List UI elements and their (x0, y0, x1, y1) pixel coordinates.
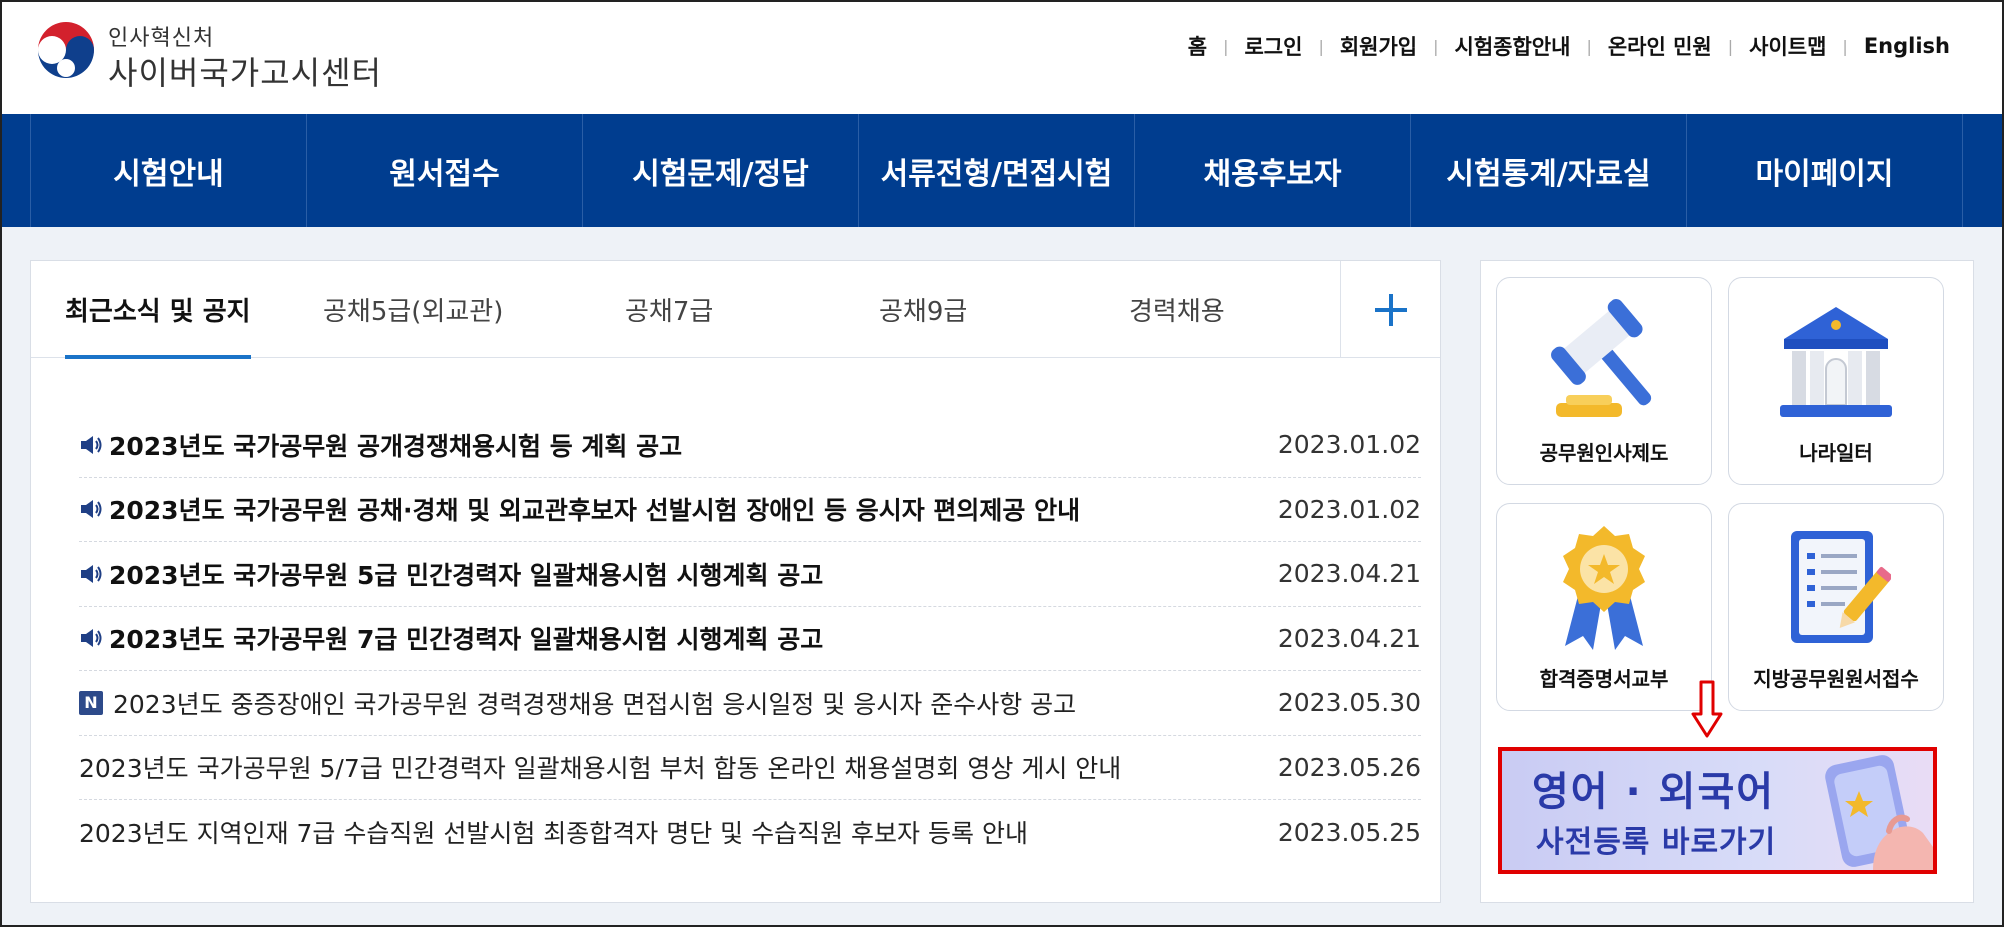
list-item[interactable]: 2023년도 국가공무원 7급 민간경력자 일괄채용시험 시행계획 공고 202… (79, 607, 1421, 671)
notice-title: 2023년도 국가공무원 5/7급 민간경력자 일괄채용시험 부처 합동 온라인… (79, 754, 1122, 784)
notice-list: 2023년도 국가공무원 공개경쟁채용시험 등 계획 공고 2023.01.02… (79, 413, 1421, 865)
nav-document-interview[interactable]: 서류전형/면접시험 (859, 114, 1135, 227)
notice-title: 2023년도 국가공무원 7급 민간경력자 일괄채용시험 시행계획 공고 (109, 625, 824, 655)
phone-hand-icon (1825, 755, 1933, 870)
list-item[interactable]: 2023년도 국가공무원 5급 민간경력자 일괄채용시험 시행계획 공고 202… (79, 542, 1421, 607)
nav-mypage[interactable]: 마이페이지 (1687, 114, 1963, 227)
notice-date: 2023.05.25 (1277, 817, 1421, 847)
speaker-icon (81, 500, 102, 519)
util-link-sitemap[interactable]: 사이트맵 (1733, 31, 1842, 61)
nav-exam-info[interactable]: 시험안내 (31, 114, 307, 227)
notice-date: 2023.05.26 (1277, 752, 1421, 782)
notice-title-wrap: N 2023년도 중증장애인 국가공무원 경력경쟁채용 면접시험 응시일정 및 … (79, 685, 1076, 721)
banner-line1: 영어 · 외국어 (1532, 769, 1776, 815)
tab-career[interactable]: 경력채용 (1129, 261, 1225, 358)
award-medal-icon (1563, 526, 1645, 650)
util-link-login[interactable]: 로그인 (1228, 31, 1318, 61)
utility-nav: 홈 | 로그인 | 회원가입 | 시험종합안내 | 온라인 민원 | 사이트맵 … (1180, 30, 1950, 62)
notice-date: 2023.01.02 (1277, 430, 1421, 460)
more-button[interactable] (1340, 261, 1440, 358)
list-item[interactable]: 2023년도 국가공무원 공개경쟁채용시험 등 계획 공고 2023.01.02 (79, 413, 1421, 478)
notice-title-wrap: 2023년도 국가공무원 공채·경채 및 외교관후보자 선발시험 장애인 등 응… (79, 491, 1080, 527)
list-item[interactable]: 2023년도 국가공무원 5/7급 민간경력자 일괄채용시험 부처 합동 온라인… (79, 736, 1421, 800)
notice-title-wrap: 2023년도 국가공무원 5급 민간경력자 일괄채용시험 시행계획 공고 (79, 556, 823, 592)
down-arrow-annotation-icon (1691, 680, 1723, 738)
speaker-icon (81, 564, 102, 583)
government-building-icon (1780, 307, 1892, 417)
tab-grade7[interactable]: 공채7급 (625, 261, 713, 358)
tab-grade5[interactable]: 공채5급(외교관) (323, 261, 503, 358)
new-badge: N (79, 690, 103, 715)
util-link-home[interactable]: 홈 (1172, 31, 1223, 61)
quick-link-label: 공무원인사제도 (1539, 441, 1669, 465)
nav-exam-questions[interactable]: 시험문제/정답 (583, 114, 859, 227)
util-link-signup[interactable]: 회원가입 (1324, 31, 1433, 61)
nav-statistics[interactable]: 시험통계/자료실 (1411, 114, 1687, 227)
notice-tabs: 최근소식 및 공지 공채5급(외교관) 공채7급 공채9급 경력채용 (31, 261, 1440, 359)
util-link-english[interactable]: English (1848, 34, 1950, 58)
notice-date: 2023.04.21 (1277, 559, 1421, 589)
list-item[interactable]: 2023년도 국가공무원 공채·경채 및 외교관후보자 선발시험 장애인 등 응… (79, 478, 1421, 542)
util-link-exam-guide[interactable]: 시험종합안내 (1439, 31, 1587, 61)
site-header: 인사혁신처 사이버국가고시센터 홈 | 로그인 | 회원가입 | 시험종합안내 … (0, 0, 2004, 114)
notice-title-wrap: 2023년도 국가공무원 7급 민간경력자 일괄채용시험 시행계획 공고 (79, 620, 823, 656)
quick-link-certificate-issuance[interactable]: 합격증명서교부 (1496, 503, 1712, 711)
quick-link-civil-service-system[interactable]: 공무원인사제도 (1496, 277, 1712, 485)
nav-application[interactable]: 원서접수 (307, 114, 583, 227)
foreign-language-preregistration-banner[interactable]: 영어 · 외국어 사전등록 바로가기 (1498, 747, 1937, 874)
taegeuk-logo-icon (34, 20, 98, 84)
quick-link-label: 나라일터 (1799, 441, 1873, 465)
notice-date: 2023.01.02 (1277, 494, 1421, 524)
notice-title-wrap: 2023년도 국가공무원 공개경쟁채용시험 등 계획 공고 (79, 427, 682, 463)
notice-panel: 최근소식 및 공지 공채5급(외교관) 공채7급 공채9급 경력채용 2023년… (30, 260, 1441, 903)
list-item[interactable]: N 2023년도 중증장애인 국가공무원 경력경쟁채용 면접시험 응시일정 및 … (79, 671, 1421, 736)
site-logo[interactable]: 인사혁신처 사이버국가고시센터 (32, 18, 381, 92)
plus-icon (1374, 293, 1407, 326)
tab-recent-news[interactable]: 최근소식 및 공지 (65, 261, 251, 359)
banner-line2: 사전등록 바로가기 (1536, 825, 1777, 860)
speaker-icon (81, 435, 102, 454)
quick-link-label: 합격증명서교부 (1539, 667, 1669, 691)
notice-title: 2023년도 국가공무원 공채·경채 및 외교관후보자 선발시험 장애인 등 응… (109, 496, 1081, 526)
nav-candidates[interactable]: 채용후보자 (1135, 114, 1411, 227)
quick-link-label: 지방공무원원서접수 (1753, 667, 1919, 691)
list-item[interactable]: 2023년도 지역인재 7급 수습직원 선발시험 최종합격자 명단 및 수습직원… (79, 800, 1421, 865)
notice-title: 2023년도 국가공무원 5급 민간경력자 일괄채용시험 시행계획 공고 (109, 560, 824, 590)
speaker-icon (81, 629, 102, 648)
notice-title: 2023년도 국가공무원 공개경쟁채용시험 등 계획 공고 (109, 431, 683, 461)
tab-grade9[interactable]: 공채9급 (879, 261, 967, 358)
gavel-icon (1551, 299, 1652, 417)
main-nav: 시험안내 원서접수 시험문제/정답 서류전형/면접시험 채용후보자 시험통계/자… (0, 114, 2004, 227)
notice-date: 2023.04.21 (1277, 623, 1421, 653)
logo-site-name: 사이버국가고시센터 (108, 54, 382, 92)
notice-title: 2023년도 중증장애인 국가공무원 경력경쟁채용 면접시험 응시일정 및 응시… (113, 689, 1077, 719)
util-link-online-petition[interactable]: 온라인 민원 (1592, 31, 1728, 61)
quick-link-local-civil-application[interactable]: 지방공무원원서접수 (1728, 503, 1944, 711)
document-pencil-icon (1791, 531, 1891, 643)
notice-date: 2023.05.30 (1277, 688, 1421, 718)
quick-link-nara-iltur[interactable]: 나라일터 (1728, 277, 1944, 485)
notice-title: 2023년도 지역인재 7급 수습직원 선발시험 최종합격자 명단 및 수습직원… (79, 819, 1028, 849)
